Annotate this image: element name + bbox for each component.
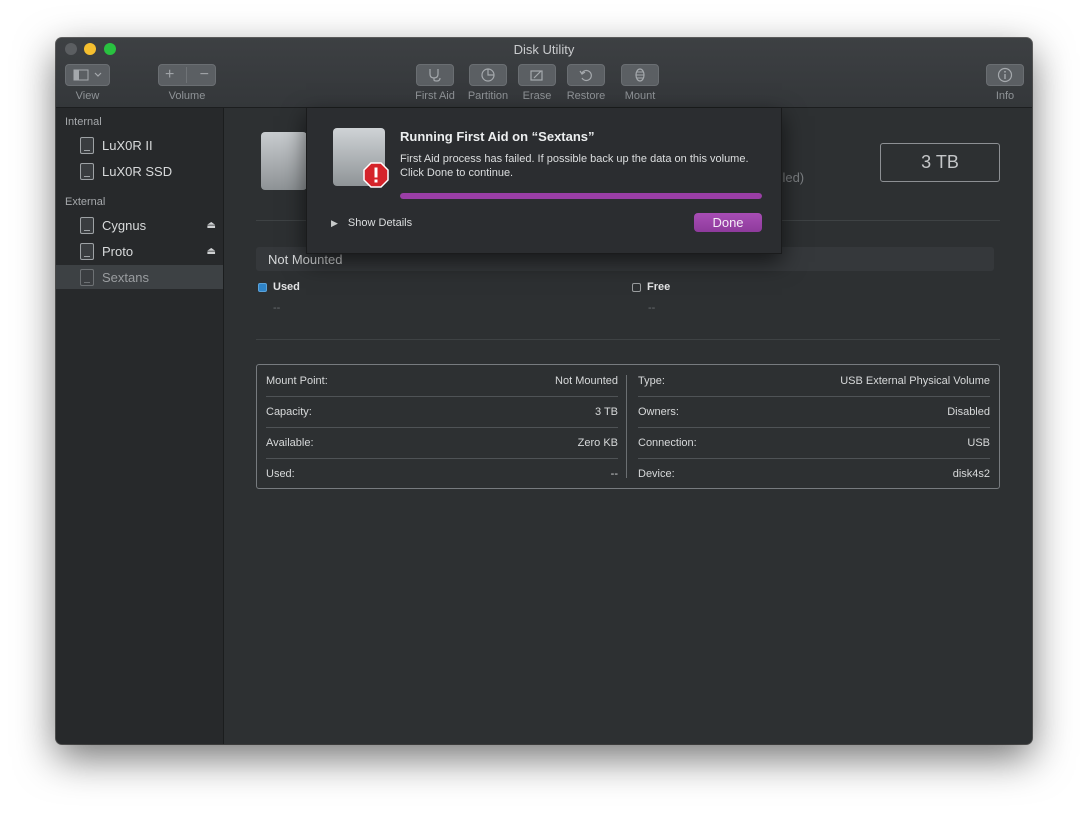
info-value: -- xyxy=(610,467,618,480)
info-row-device: Device: disk4s2 xyxy=(638,458,990,489)
disk-utility-window: Disk Utility View + − Volume First Aid P… xyxy=(56,38,1032,744)
legend-free-value: -- xyxy=(648,302,656,314)
mount-button[interactable] xyxy=(621,64,659,86)
external-disk-icon xyxy=(80,216,94,234)
info-row-available: Available: Zero KB xyxy=(266,427,618,458)
legend-free: Free xyxy=(632,281,670,293)
titlebar: Disk Utility View + − Volume First Aid P… xyxy=(56,38,1032,108)
restore-button[interactable] xyxy=(567,64,605,86)
sidebar-section-internal: Internal xyxy=(65,116,102,128)
warning-icon xyxy=(363,162,389,188)
info-key: Mount Point: xyxy=(266,374,328,387)
first-aid-sheet: Running First Aid on “Sextans” First Aid… xyxy=(306,108,782,254)
sidebar-section-external: External xyxy=(65,196,106,208)
info-row-owners: Owners: Disabled xyxy=(638,396,990,427)
info-key: Type: xyxy=(638,374,665,387)
sidebar-item-cygnus[interactable]: Cygnus ⏏ xyxy=(56,213,223,237)
legend-free-label: Free xyxy=(647,281,671,293)
info-key: Available: xyxy=(266,436,314,449)
eject-icon[interactable]: ⏏ xyxy=(207,246,216,257)
info-value: Zero KB xyxy=(577,436,618,449)
volume-label: Volume xyxy=(168,90,206,102)
volume-info-table: Mount Point: Not Mounted Capacity: 3 TB … xyxy=(256,364,1000,489)
first-aid-label: First Aid xyxy=(415,90,455,102)
info-key: Device: xyxy=(638,467,675,480)
info-row-used: Used: -- xyxy=(266,458,618,489)
erase-button[interactable] xyxy=(518,64,556,86)
sidebar-item-label: LuX0R SSD xyxy=(102,163,173,179)
first-aid-button[interactable] xyxy=(416,64,454,86)
capacity-display: 3 TB xyxy=(880,143,1000,182)
info-key: Capacity: xyxy=(266,405,312,418)
erase-label: Erase xyxy=(522,90,552,102)
info-key: Connection: xyxy=(638,436,697,449)
stethoscope-icon xyxy=(429,69,441,82)
sidebar-item-label: Proto xyxy=(102,243,134,259)
legend-used: Used xyxy=(258,281,300,293)
done-button[interactable]: Done xyxy=(694,213,762,232)
eraser-icon xyxy=(530,70,543,81)
legend-used-value: -- xyxy=(273,302,281,314)
partition-button[interactable] xyxy=(469,64,507,86)
sidebar-item-label: Sextans xyxy=(102,269,149,285)
volume-button-group: + − xyxy=(158,64,216,86)
sheet-message: First Aid process has failed. If possibl… xyxy=(400,153,749,179)
sheet-title: Running First Aid on “Sextans” xyxy=(400,129,595,144)
partition-label: Partition xyxy=(467,90,509,102)
info-value: 3 TB xyxy=(594,405,618,418)
volume-disk-icon xyxy=(261,132,307,190)
info-row-mount-point: Mount Point: Not Mounted xyxy=(266,365,618,396)
sidebar-item-label: LuX0R II xyxy=(102,137,153,153)
sidebar-item-proto[interactable]: Proto ⏏ xyxy=(56,239,223,263)
show-details-label: Show Details xyxy=(347,217,413,229)
info-key: Used: xyxy=(266,467,295,480)
disk-icon xyxy=(80,136,94,154)
sidebar: Internal LuX0R II LuX0R SSD External Cyg… xyxy=(56,108,224,744)
free-color-swatch xyxy=(632,282,641,292)
legend-used-label: Used xyxy=(273,281,300,293)
restore-label: Restore xyxy=(566,90,606,102)
show-details-toggle[interactable]: ▶ Show Details xyxy=(331,217,412,229)
remove-volume-button[interactable]: − xyxy=(200,66,209,84)
info-value: USB External Physical Volume xyxy=(840,374,990,387)
disk-icon xyxy=(80,162,94,180)
eject-icon[interactable]: ⏏ xyxy=(207,220,216,231)
sidebar-item-label: Cygnus xyxy=(102,217,147,233)
column-divider xyxy=(626,375,627,478)
sidebar-item-sextans[interactable]: Sextans xyxy=(56,265,223,289)
info-label: Info xyxy=(995,90,1015,102)
view-label: View xyxy=(75,90,100,102)
mount-label: Mount xyxy=(624,90,656,102)
info-value: disk4s2 xyxy=(952,467,990,480)
divider xyxy=(186,67,188,83)
info-value: USB xyxy=(967,436,990,449)
first-aid-progress-bar xyxy=(400,193,762,199)
usage-bar-label: Not Mounted xyxy=(268,252,343,267)
window-title: Disk Utility xyxy=(513,42,575,57)
info-key: Owners: xyxy=(638,405,679,418)
external-disk-icon xyxy=(80,242,94,260)
sidebar-view-icon xyxy=(73,69,101,81)
info-row-type: Type: USB External Physical Volume xyxy=(638,365,990,396)
external-disk-icon xyxy=(80,268,94,286)
add-volume-button[interactable]: + xyxy=(165,66,174,84)
info-button[interactable] xyxy=(986,64,1024,86)
info-value: Disabled xyxy=(947,405,990,418)
info-value: Not Mounted xyxy=(555,374,618,387)
pie-chart-icon xyxy=(481,68,495,82)
progress-fill xyxy=(400,193,762,199)
mount-icon xyxy=(635,68,645,82)
view-button[interactable] xyxy=(65,64,110,86)
divider xyxy=(256,339,1000,340)
info-row-capacity: Capacity: 3 TB xyxy=(266,396,618,427)
sidebar-item-lux0r-ssd[interactable]: LuX0R SSD xyxy=(56,159,223,183)
restore-arrow-icon xyxy=(579,69,592,82)
disclosure-triangle-icon[interactable]: ▶ xyxy=(331,218,338,229)
info-icon xyxy=(997,67,1013,83)
info-row-connection: Connection: USB xyxy=(638,427,990,458)
sidebar-item-lux0r-ii[interactable]: LuX0R II xyxy=(56,133,223,157)
used-color-swatch xyxy=(258,282,267,292)
